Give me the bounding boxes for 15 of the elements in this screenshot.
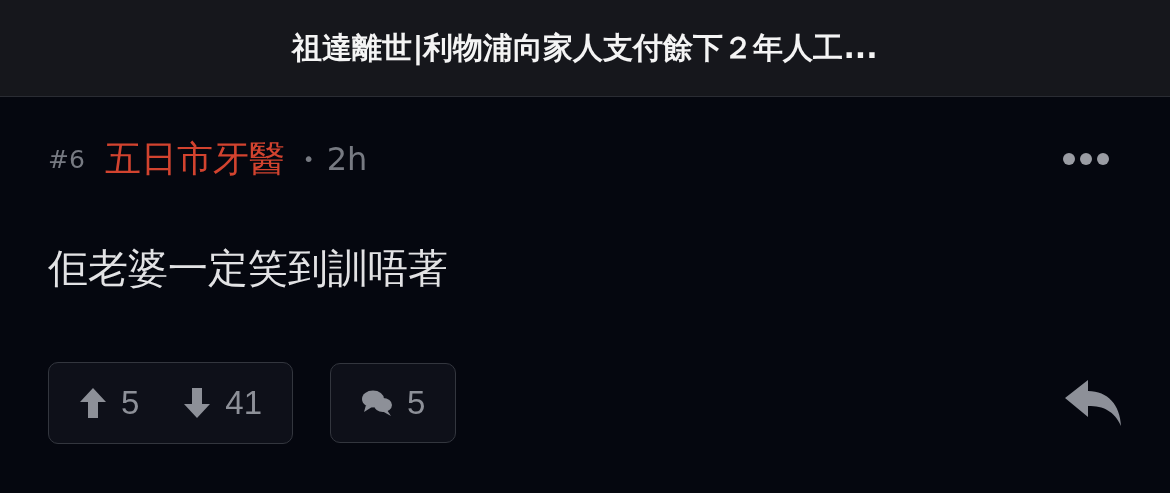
more-icon[interactable] [1062, 152, 1110, 166]
separator-dot: • [302, 147, 315, 171]
post-number: #6 [48, 144, 85, 174]
up-arrow-icon [79, 387, 107, 419]
downvote-button[interactable]: 41 [183, 384, 263, 422]
reply-arrow-icon [1064, 379, 1122, 427]
post-content: 佢老婆一定笑到訓唔著 [48, 244, 449, 293]
comments-button[interactable]: 5 [330, 363, 457, 443]
upvote-button[interactable]: 5 [79, 384, 140, 422]
post-time: 2h [326, 140, 368, 178]
speech-bubbles-icon [361, 389, 394, 417]
down-arrow-icon [183, 387, 212, 419]
author-name[interactable]: 五日市牙醫 [104, 134, 285, 184]
thread-title: 祖達離世|利物浦向家人支付餘下２年人工... [292, 28, 878, 68]
reply-button[interactable] [1064, 379, 1122, 427]
